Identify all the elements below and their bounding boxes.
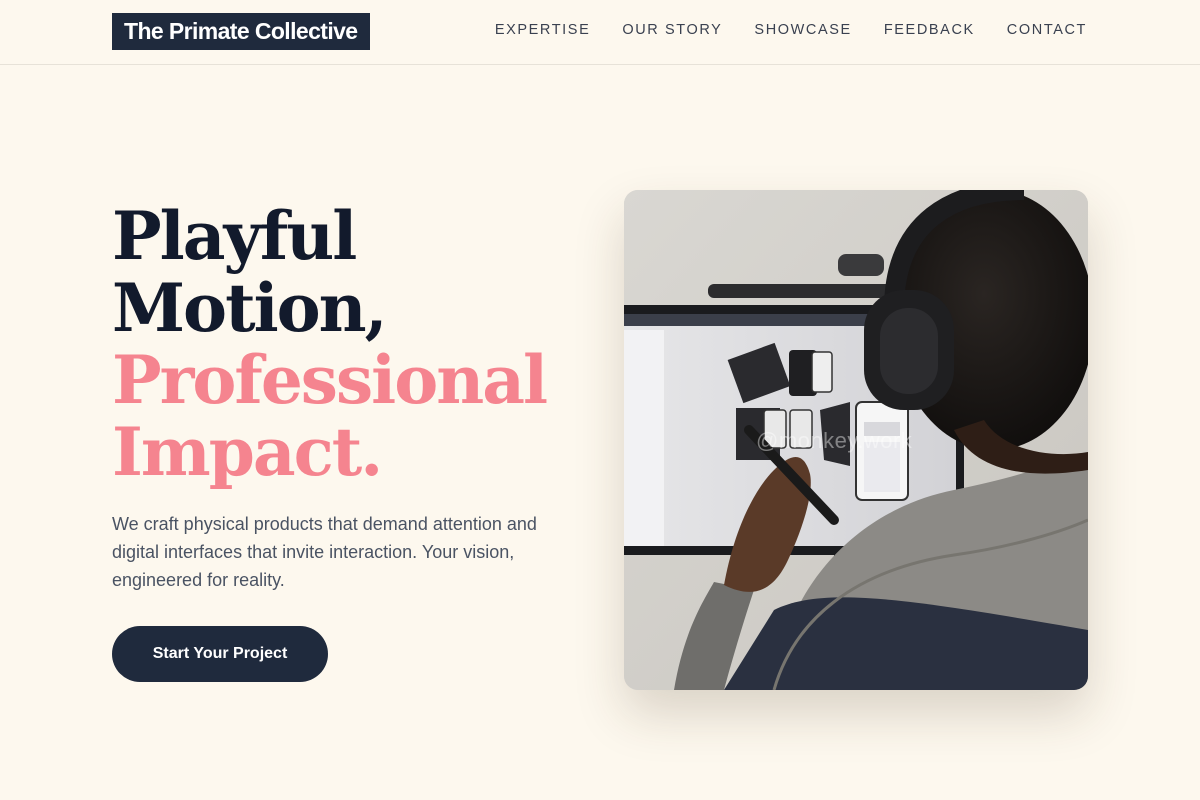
nav-link-our-story[interactable]: OUR STORY [622, 22, 722, 38]
nav-link-expertise[interactable]: EXPERTISE [495, 22, 591, 38]
hero-photo: @monkey.work [624, 190, 1088, 690]
nav-item-contact: CONTACT [1007, 20, 1087, 40]
nav-item-expertise: EXPERTISE [495, 20, 591, 40]
headline-line-1: Playful [112, 197, 357, 275]
nav-item-our-story: OUR STORY [622, 20, 722, 40]
top-navigation: The Primate Collective EXPERTISE OUR STO… [0, 0, 1200, 65]
nav-link-showcase[interactable]: SHOWCASE [754, 22, 851, 38]
image-watermark: @monkey.work [756, 428, 913, 453]
headline-line-2: Motion, [112, 269, 388, 347]
hero-headline: Playful Motion, Professional Impact. [112, 197, 548, 491]
nav-item-feedback: FEEDBACK [884, 20, 975, 40]
nav-link-contact[interactable]: CONTACT [1007, 22, 1087, 38]
hero-lead-paragraph: We craft physical products that demand a… [112, 514, 537, 590]
brand-logo[interactable]: The Primate Collective [112, 13, 370, 50]
headline-line-4: Impact. [112, 413, 383, 491]
start-project-button[interactable]: Start Your Project [112, 626, 328, 682]
nav-links: EXPERTISE OUR STORY SHOWCASE FEEDBACK CO… [495, 20, 1087, 40]
headline-line-3: Professional [112, 341, 548, 419]
nav-item-showcase: SHOWCASE [754, 20, 851, 40]
nav-link-feedback[interactable]: FEEDBACK [884, 22, 975, 38]
